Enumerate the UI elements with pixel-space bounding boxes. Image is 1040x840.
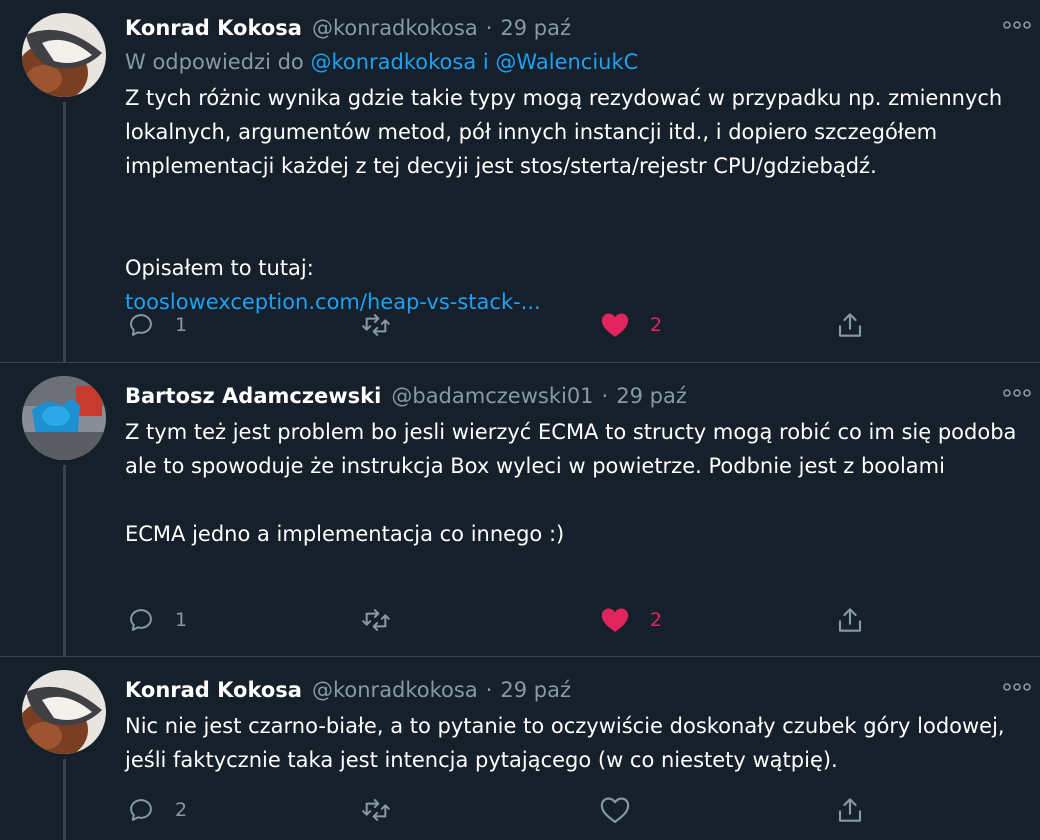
separator: ·: [485, 678, 493, 702]
like-count: 2: [650, 609, 663, 631]
thread-line: [63, 102, 66, 362]
share-icon: [838, 608, 862, 632]
author-handle[interactable]: @konradkokosa: [312, 11, 478, 45]
separator: ·: [601, 384, 609, 408]
retweet-button[interactable]: [360, 305, 392, 345]
tweet-1[interactable]: Konrad Kokosa @konradkokosa · 29 paź W o…: [0, 0, 1040, 362]
tweet-text-link-line: Opisałem to tutaj: tooslowexception.com/…: [125, 217, 1020, 319]
more-icon[interactable]: [1000, 675, 1034, 699]
author-name[interactable]: Bartosz Adamczewski: [125, 379, 381, 413]
share-icon: [838, 313, 862, 337]
tweet-text: Z tym też jest problem bo jesli wierzyć …: [125, 420, 1017, 546]
avatar-bartosz[interactable]: [22, 376, 106, 460]
tweet-3[interactable]: Konrad Kokosa @konradkokosa · 29 paź Nic…: [0, 657, 1040, 840]
link-prefix: Opisałem to tutaj:: [125, 256, 314, 280]
tweet-actions: 1 2: [125, 305, 885, 345]
avatar-konrad[interactable]: [22, 13, 106, 97]
avatar-konrad[interactable]: [22, 670, 106, 754]
tweet-header: Konrad Kokosa @konradkokosa · 29 paź: [125, 11, 1020, 45]
tweet-date[interactable]: 29 paź: [500, 11, 571, 45]
tweet-date[interactable]: 29 paź: [500, 673, 571, 707]
retweet-button[interactable]: [360, 600, 392, 640]
author-handle[interactable]: @konradkokosa: [312, 673, 478, 707]
reply-to-and[interactable]: i: [483, 50, 489, 74]
thread-line: [63, 465, 66, 656]
retweet-icon: [362, 314, 390, 336]
share-icon: [838, 798, 862, 822]
like-button[interactable]: 2: [600, 305, 662, 345]
reply-icon: [130, 609, 152, 631]
like-count: 2: [650, 314, 663, 336]
more-icon[interactable]: [1000, 381, 1034, 405]
author-handle[interactable]: @badamczewski01: [391, 379, 593, 413]
separator: ·: [485, 16, 493, 40]
tweet-header: Konrad Kokosa @konradkokosa · 29 paź: [125, 673, 1020, 707]
thread-line: [63, 759, 66, 840]
author-name[interactable]: Konrad Kokosa: [125, 11, 302, 45]
tweet-date[interactable]: 29 paź: [616, 379, 687, 413]
reply-to-user-link[interactable]: @konradkokosa: [310, 50, 476, 74]
tweet-content: Bartosz Adamczewski @badamczewski01 · 29…: [125, 379, 1020, 551]
tweet-header: Bartosz Adamczewski @badamczewski01 · 29…: [125, 379, 1020, 413]
tweet-content: Konrad Kokosa @konradkokosa · 29 paź W o…: [125, 11, 1020, 319]
tweet-text: Nic nie jest czarno-białe, a to pytanie …: [125, 714, 1005, 772]
retweet-icon: [362, 799, 390, 821]
reply-count: 2: [175, 799, 188, 821]
reply-button[interactable]: 1: [127, 600, 187, 640]
reply-count: 1: [175, 609, 188, 631]
tweet-2[interactable]: Bartosz Adamczewski @badamczewski01 · 29…: [0, 363, 1040, 656]
reply-count: 1: [175, 314, 188, 336]
more-icon[interactable]: [1000, 13, 1034, 37]
retweet-button[interactable]: [360, 790, 392, 830]
share-button[interactable]: [835, 790, 865, 830]
like-button[interactable]: [600, 790, 630, 830]
reply-button[interactable]: 2: [127, 790, 187, 830]
share-button[interactable]: [835, 305, 865, 345]
reply-button[interactable]: 1: [127, 305, 187, 345]
like-icon: [601, 608, 629, 632]
reply-icon: [130, 314, 152, 336]
tweet-text: Z tych różnic wynika gdzie takie typy mo…: [125, 86, 1003, 178]
like-icon: [600, 797, 630, 823]
reply-icon: [130, 799, 152, 821]
tweet-actions: 1 2: [125, 600, 885, 640]
like-button[interactable]: 2: [600, 600, 662, 640]
tweet-actions: 2: [125, 790, 885, 830]
author-name[interactable]: Konrad Kokosa: [125, 673, 302, 707]
reply-to-label: W odpowiedzi do: [125, 50, 304, 74]
like-icon: [601, 313, 629, 337]
share-button[interactable]: [835, 600, 865, 640]
reply-to-line: W odpowiedzi do @konradkokosa i @Walenci…: [125, 45, 1020, 79]
tweet-content: Konrad Kokosa @konradkokosa · 29 paź Nic…: [125, 673, 1020, 777]
retweet-icon: [362, 609, 390, 631]
reply-to-user-link[interactable]: @WalenciukC: [495, 50, 638, 74]
